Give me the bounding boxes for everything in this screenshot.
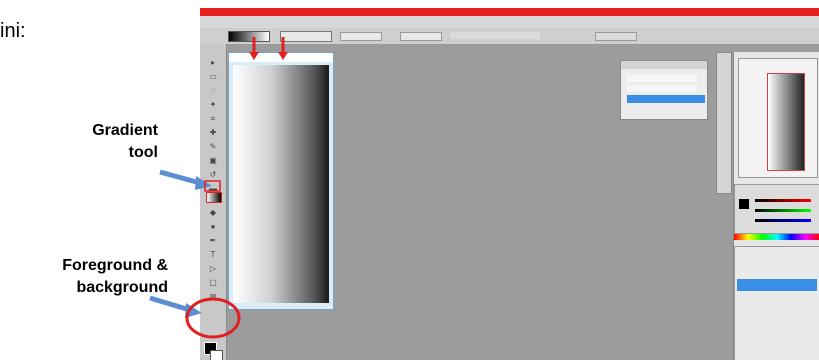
gradient-tool-arrow	[159, 169, 212, 190]
fg-bg-arrow	[149, 295, 202, 318]
annotation-overlay	[149, 37, 288, 339]
options-callout-arrows	[249, 37, 288, 60]
fg-bg-highlight-circle	[185, 297, 241, 339]
